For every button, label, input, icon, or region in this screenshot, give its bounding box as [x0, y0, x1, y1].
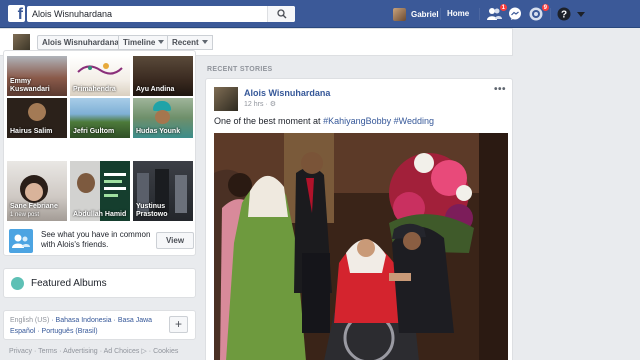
friend-requests-badge: 1	[498, 3, 508, 12]
language-link[interactable]: Basa Jawa	[118, 317, 152, 324]
nav-divider	[479, 8, 480, 20]
top-navigation-bar: f Alois Wisnuhardana Gabriel Home 1 9 ?	[0, 0, 640, 28]
post-options-button[interactable]: •••	[494, 84, 506, 95]
current-language: English (US)	[10, 317, 50, 324]
add-language-button[interactable]: +	[169, 316, 188, 333]
search-button[interactable]	[267, 6, 295, 22]
help-icon: ?	[557, 7, 571, 21]
timeline-dropdown[interactable]: Timeline	[118, 35, 170, 50]
profile-link[interactable]: Gabriel	[393, 7, 439, 21]
friend-tile[interactable]: Abdullah Hamid	[70, 161, 130, 221]
notifications-button[interactable]: 9	[529, 3, 550, 21]
language-link[interactable]: Español	[10, 328, 35, 335]
post-photo[interactable]	[214, 133, 508, 360]
privacy-icon: ⚙	[269, 101, 276, 108]
search-input[interactable]: Alois Wisnuhardana	[32, 9, 112, 19]
friend-name-text: Sane Febriane	[10, 203, 58, 210]
language-link[interactable]: Bahasa Indonesia	[56, 317, 112, 324]
friend-tile[interactable]: Hudas Younk	[133, 98, 193, 138]
profile-name-button[interactable]: Alois Wisnuhardana	[37, 35, 124, 50]
recent-stories-heading: RECENT STORIES	[207, 66, 273, 73]
post-author-avatar[interactable]	[214, 87, 238, 111]
language-link[interactable]: Português (Brasil)	[42, 328, 98, 335]
friend-name: Yustinus Prastowo	[136, 203, 168, 218]
logo-graphic	[77, 63, 123, 75]
new-post-label: 1 new post	[10, 212, 40, 218]
post-time: 12 hrs	[244, 101, 264, 108]
language-selector-card: English (US) · Bahasa Indonesia · Basa J…	[3, 310, 196, 340]
recent-dropdown[interactable]: Recent	[167, 35, 213, 50]
friends-card: Emmy Kuswandari Primahendra Ayu Andina H…	[3, 50, 196, 256]
common-friends-text: See what you have in common with Alois's…	[41, 230, 151, 249]
facebook-logo[interactable]: f	[8, 5, 25, 22]
chevron-down-icon	[577, 12, 585, 17]
right-sidebar	[520, 28, 640, 360]
friend-name: Hudas Younk	[136, 128, 181, 135]
language-list: English (US) · Bahasa Indonesia · Basa J…	[10, 317, 153, 335]
nav-divider	[440, 8, 441, 20]
friend-name: Primahendra	[73, 86, 116, 93]
messenger-icon	[509, 7, 521, 20]
friend-tile[interactable]: Jefri Gultom	[70, 98, 130, 138]
friend-tile[interactable]: Hairus Salim	[7, 98, 67, 138]
people-icon	[9, 229, 33, 253]
wedding-photo	[214, 133, 508, 360]
footer-link-terms[interactable]: Terms	[38, 348, 57, 355]
avatar	[393, 7, 406, 21]
home-link[interactable]: Home	[447, 9, 469, 18]
friend-name: Hairus Salim	[10, 128, 53, 135]
friend-tile[interactable]: Yustinus Prastowo	[133, 161, 193, 221]
common-friends-prompt: See what you have in common with Alois's…	[9, 229, 194, 253]
poster-text-graphic	[104, 173, 126, 197]
chevron-down-icon	[201, 40, 208, 44]
friend-name: Jefri Gultom	[73, 128, 115, 135]
friend-name: Emmy Kuswandari	[10, 78, 50, 93]
search-icon	[277, 9, 287, 19]
friend-tile[interactable]: Ayu Andina	[133, 56, 193, 96]
messenger-button[interactable]	[508, 7, 523, 21]
view-button[interactable]: View	[156, 232, 194, 249]
post-hashtags[interactable]: #KahiyangBobby #Wedding	[323, 116, 434, 126]
svg-text:?: ?	[561, 10, 567, 21]
friend-tile[interactable]: Emmy Kuswandari	[7, 56, 67, 96]
post-text: One of the best moment at #KahiyangBobby…	[214, 116, 434, 126]
footer-link-advertising[interactable]: Advertising	[63, 348, 98, 355]
post-author-name[interactable]: Alois Wisnuhardana	[244, 88, 330, 98]
friend-requests-button[interactable]: 1	[487, 3, 508, 21]
albums-icon	[11, 277, 24, 290]
face-graphic	[155, 110, 170, 124]
ad-choices-icon: ▷	[141, 348, 147, 355]
timeline-dropdown-label: Timeline	[123, 38, 156, 47]
face-graphic	[77, 173, 95, 193]
friend-name: Ayu Andina	[136, 86, 175, 93]
notifications-badge: 9	[540, 3, 550, 12]
post-card: Alois Wisnuhardana 12 hrs · ⚙ ••• One of…	[205, 78, 513, 360]
recent-dropdown-label: Recent	[172, 38, 199, 47]
friend-tile[interactable]: Sane Febriane 1 new post	[7, 161, 67, 221]
profile-name: Gabriel	[411, 9, 439, 19]
footer-link-cookies[interactable]: Cookies	[153, 348, 178, 355]
face-graphic	[25, 183, 43, 201]
friend-name: Sane Febriane 1 new post	[10, 203, 58, 219]
footer-link-ad-choices[interactable]: Ad Choices	[104, 348, 140, 355]
chevron-down-icon	[158, 40, 165, 44]
featured-albums-card[interactable]: Featured Albums	[3, 268, 196, 298]
search-field[interactable]: Alois Wisnuhardana	[27, 6, 295, 22]
nav-divider	[550, 8, 551, 20]
post-text-body: One of the best moment at	[214, 116, 324, 126]
footer-links: Privacy · Terms · Advertising · Ad Choices ▷…	[9, 348, 179, 355]
friend-name: Abdullah Hamid	[73, 211, 127, 218]
help-button[interactable]: ?	[557, 7, 572, 21]
footer-link-privacy[interactable]: Privacy	[9, 348, 32, 355]
featured-albums-title: Featured Albums	[31, 278, 107, 289]
post-timestamp[interactable]: 12 hrs · ⚙	[244, 100, 276, 108]
account-menu-button[interactable]	[577, 11, 592, 25]
friend-tile[interactable]: Primahendra	[70, 56, 130, 96]
